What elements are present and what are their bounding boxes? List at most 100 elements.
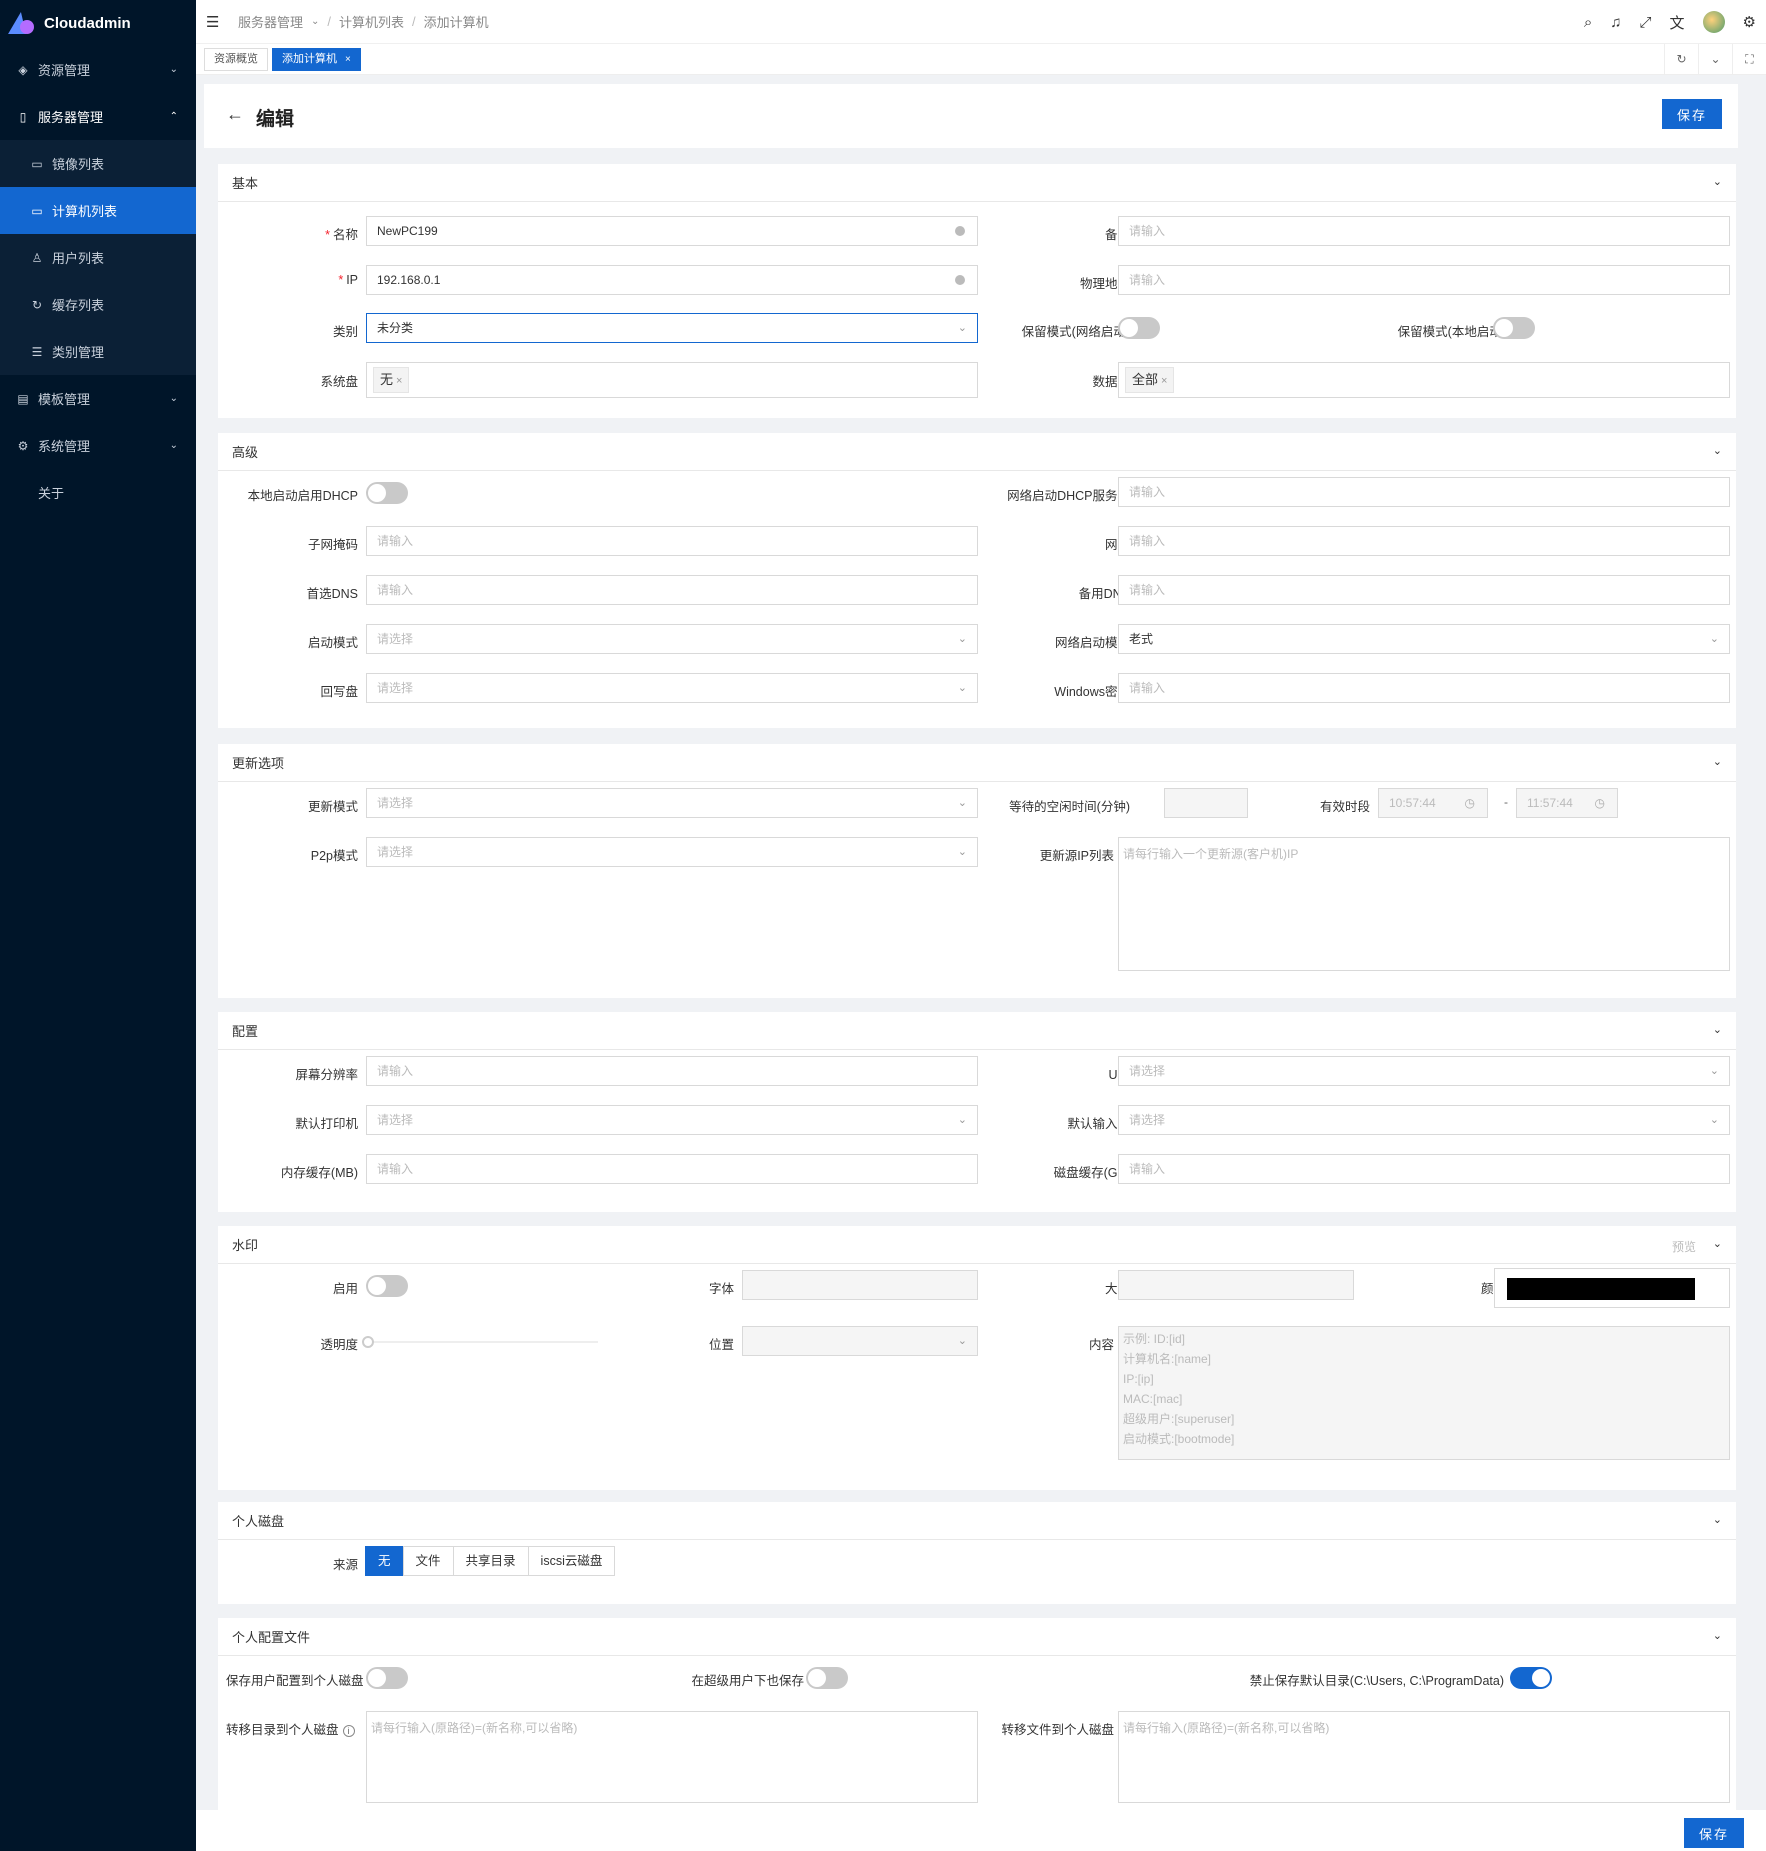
dns1-label: 首选DNS <box>306 587 358 601</box>
forbid-switch[interactable] <box>1510 1667 1552 1689</box>
chevron-down-icon: ⌄ <box>1712 1630 1722 1642</box>
datadisk-select[interactable]: 全部 × <box>1118 362 1730 398</box>
sidebar-item-users[interactable]: ♙ 用户列表 <box>0 234 196 281</box>
save-button-bottom[interactable]: 保存 <box>1684 1818 1744 1848</box>
sidebar-item-images[interactable]: ▭ 镜像列表 <box>0 140 196 187</box>
ip-label: * IP <box>338 273 358 287</box>
idle-field[interactable] <box>1164 788 1248 818</box>
sidebar-item-computers[interactable]: ▭ 计算机列表 <box>0 187 196 234</box>
time-end-field[interactable]: 11:57:44 ◷ <box>1516 788 1618 818</box>
source-option-none[interactable]: 无 <box>365 1546 404 1576</box>
user-icon: ♙ <box>31 250 43 265</box>
page-content: ← 编辑 保存 基本⌄ *名称 NewPC199 备注 请输入 *IP 192.… <box>204 84 1738 1851</box>
keep-net-switch[interactable] <box>1118 317 1160 339</box>
note-label: 备注 <box>878 224 1130 243</box>
app-logo[interactable]: Cloudadmin <box>0 0 196 46</box>
dhcp-switch[interactable] <box>366 482 408 504</box>
source-option-file[interactable]: 文件 <box>402 1546 454 1576</box>
udisk-select[interactable]: 请选择 ⌄ <box>1118 1056 1730 1086</box>
sidebar-item-categories[interactable]: ☰ 类别管理 <box>0 328 196 375</box>
section-header[interactable]: 个人磁盘 ⌄ <box>218 1502 1736 1540</box>
tabs-bar: 资源概览 添加计算机 × ↻ ⌄ ⛶ <box>196 44 1766 75</box>
name-label: * 名称 <box>325 228 358 242</box>
wm-enable-switch[interactable] <box>366 1275 408 1297</box>
chevron-down-icon: ⌄ <box>169 393 178 404</box>
source-option-iscsi[interactable]: iscsi云磁盘 <box>527 1546 616 1576</box>
sidebar-item-about[interactable]: 关于 <box>0 469 196 516</box>
keep-local-switch[interactable] <box>1493 317 1535 339</box>
sidebar-item-system[interactable]: ⚙ 系统管理 ⌄ <box>0 422 196 469</box>
sidebar-item-server[interactable]: ▯ 服务器管理 ⌃ <box>0 93 196 140</box>
section-header[interactable]: 个人配置文件 ⌄ <box>218 1618 1736 1656</box>
maximize-icon[interactable]: ⛶ <box>1732 44 1766 74</box>
save-cfg-switch[interactable] <box>366 1667 408 1689</box>
sidebar-item-cache[interactable]: ↻ 缓存列表 <box>0 281 196 328</box>
diskcache-field[interactable]: 请输入 <box>1118 1154 1730 1184</box>
move-file-textarea[interactable]: 请每行输入(原路径)=(新名称,可以省略) <box>1118 1711 1730 1803</box>
section-header[interactable]: 更新选项 ⌄ <box>218 744 1736 782</box>
back-arrow-icon[interactable]: ← <box>226 104 244 125</box>
breadcrumb-server[interactable]: 服务器管理 <box>238 12 303 31</box>
srcip-textarea[interactable]: 请每行输入一个更新源(客户机)IP <box>1118 837 1730 971</box>
move-dir-label: 转移目录到个人磁盘 i <box>226 1719 355 1738</box>
wm-position-label: 位置 <box>708 1338 734 1352</box>
wm-content-textarea[interactable]: 示例: ID:[id] 计算机名:[name] IP:[ip] MAC:[mac… <box>1118 1326 1730 1460</box>
monitor-icon: ▭ <box>31 203 43 218</box>
section-header[interactable]: 高级 ⌄ <box>218 433 1736 471</box>
chevron-down-icon[interactable]: ⌄ <box>1698 44 1732 74</box>
bell-icon[interactable]: ♫ <box>1610 14 1621 31</box>
tab-add-computer[interactable]: 添加计算机 × <box>272 47 361 71</box>
close-icon[interactable]: × <box>345 54 351 65</box>
page-title: 编辑 <box>256 109 295 130</box>
note-field[interactable]: 请输入 <box>1118 216 1730 246</box>
mask-label: 子网掩码 <box>307 538 358 552</box>
sidebar-item-resources[interactable]: ◈ 资源管理 ⌄ <box>0 46 196 93</box>
mac-field[interactable]: 请输入 <box>1118 265 1730 295</box>
chevron-down-icon: ⌄ <box>1712 1024 1722 1036</box>
datadisk-tag: 全部 × <box>1125 367 1175 393</box>
preview-link[interactable]: 预览 <box>1672 1238 1696 1255</box>
dhcp-server-field[interactable]: 请输入 <box>1118 477 1730 507</box>
move-dir-textarea[interactable]: 请每行输入(原路径)=(新名称,可以省略) <box>366 1711 978 1803</box>
avatar[interactable] <box>1702 11 1725 33</box>
image-icon: ▭ <box>31 156 43 171</box>
winkey-field[interactable]: 请输入 <box>1118 673 1730 703</box>
wm-position-select[interactable]: ⌄ <box>742 1326 978 1356</box>
gateway-field[interactable]: 请输入 <box>1118 526 1730 556</box>
refresh-icon[interactable]: ↻ <box>1664 44 1698 74</box>
wm-font-label: 字体 <box>708 1282 734 1296</box>
tab-tools: ↻ ⌄ ⛶ <box>1664 44 1766 74</box>
dns2-field[interactable]: 请输入 <box>1118 575 1730 605</box>
template-icon: ▤ <box>17 391 29 406</box>
section-header[interactable]: 基本 ⌄ <box>218 164 1736 202</box>
info-icon[interactable]: i <box>342 1724 355 1737</box>
section-update: 更新选项 ⌄ 更新模式 请选择 ⌄ 等待的空闲时间(分钟) 有效时段 10:57:4… <box>218 744 1736 998</box>
super-save-switch[interactable] <box>806 1667 848 1689</box>
translate-icon[interactable]: 文 <box>1670 12 1685 33</box>
ime-select[interactable]: 请选择 ⌄ <box>1118 1105 1730 1135</box>
wm-opacity-slider[interactable] <box>368 1341 598 1343</box>
source-option-share[interactable]: 共享目录 <box>452 1546 529 1576</box>
section-header[interactable]: 水印 预览 ⌄ <box>218 1226 1736 1264</box>
breadcrumb-computers[interactable]: 计算机列表 <box>339 12 404 31</box>
time-start-field[interactable]: 10:57:44 ◷ <box>1378 788 1488 818</box>
tab-overview[interactable]: 资源概览 <box>204 47 268 71</box>
breadcrumb-add: 添加计算机 <box>423 15 489 30</box>
wm-font-field[interactable] <box>742 1270 978 1300</box>
section-personal-disk: 个人磁盘 ⌄ 来源 无 文件 共享目录 iscsi云磁盘 <box>218 1502 1736 1604</box>
wm-size-field[interactable] <box>1118 1270 1354 1300</box>
close-icon[interactable]: × <box>396 375 402 387</box>
settings-icon[interactable]: ⚙ <box>1743 13 1756 31</box>
section-header[interactable]: 配置 ⌄ <box>218 1012 1736 1050</box>
close-icon[interactable]: × <box>1161 375 1167 387</box>
menu-fold-icon[interactable]: ☰ <box>206 13 226 31</box>
keep-local-label: 保留模式(本地启动) <box>1397 325 1506 339</box>
netboot-select[interactable]: 老式 ⌄ <box>1118 624 1730 654</box>
fullscreen-icon[interactable]: ⤢ <box>1640 14 1652 31</box>
save-button[interactable]: 保存 <box>1662 99 1722 129</box>
wm-opacity-handle[interactable] <box>362 1336 374 1348</box>
wm-color-picker[interactable] <box>1494 1268 1730 1308</box>
sidebar-item-templates[interactable]: ▤ 模板管理 ⌄ <box>0 375 196 422</box>
search-icon[interactable]: ⌕ <box>1584 14 1592 31</box>
dns2-label: 备用DNS <box>1078 587 1130 601</box>
